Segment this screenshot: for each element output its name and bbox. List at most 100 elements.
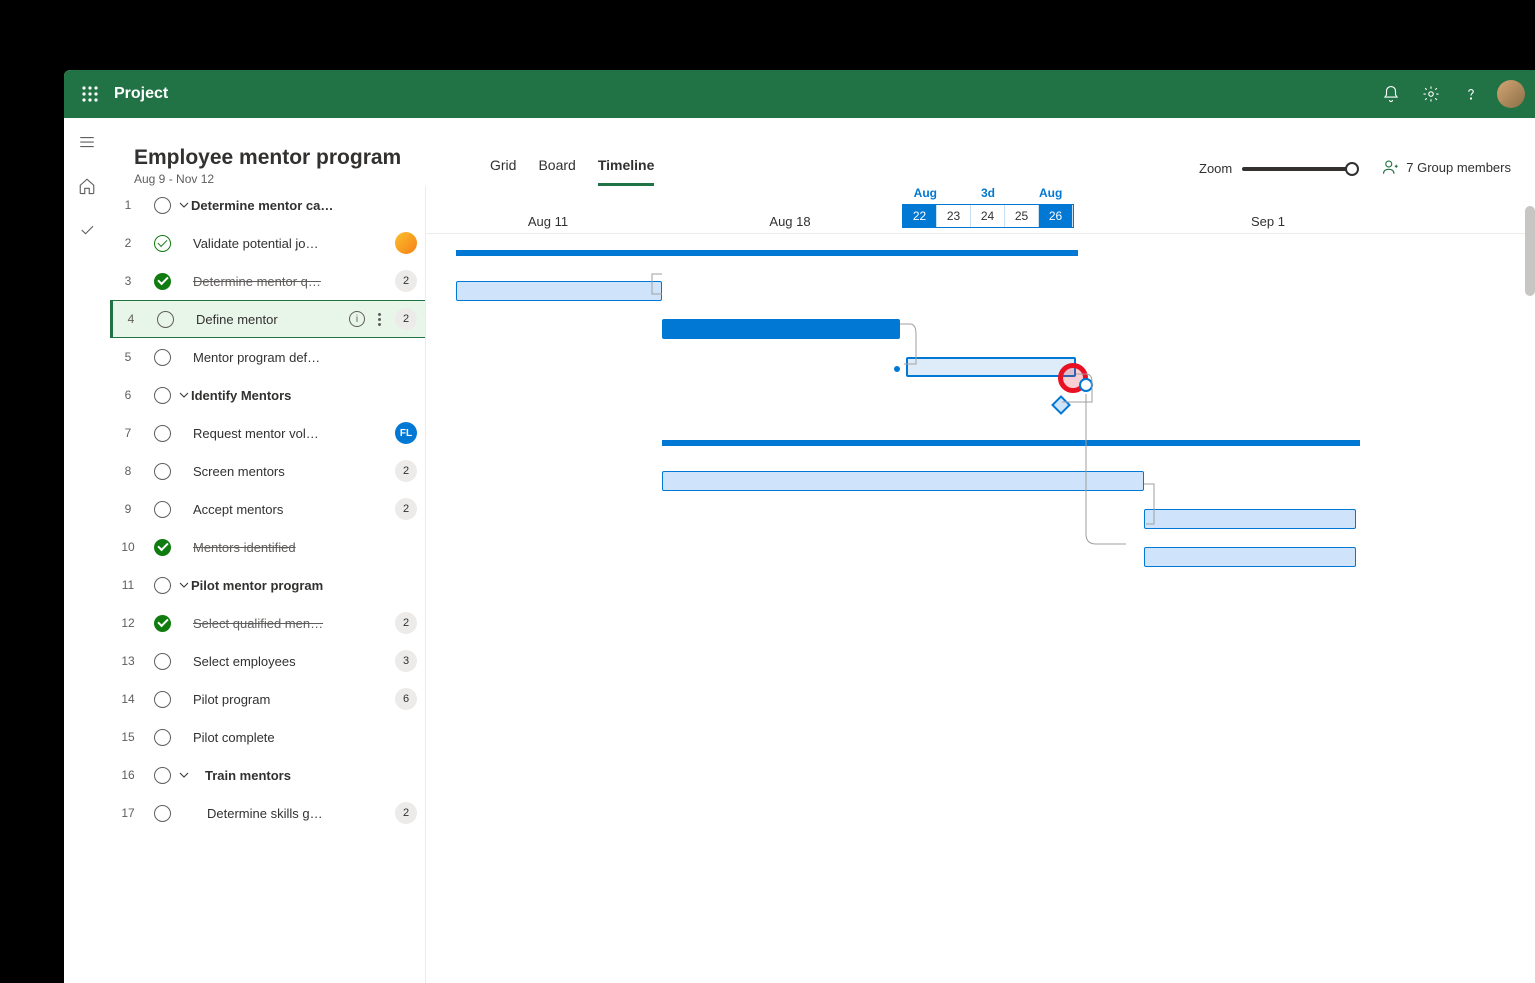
status-open-icon[interactable] bbox=[154, 197, 171, 214]
group-members-button[interactable]: 7 Group members bbox=[1382, 158, 1511, 176]
summary-bar[interactable] bbox=[456, 250, 1078, 256]
task-list: 1Determine mentor ca…2Validate potential… bbox=[110, 186, 426, 983]
row-number: 8 bbox=[110, 464, 146, 478]
gantt-chart[interactable]: Aug 11 Aug 18 Sep 1 Aug 3d Aug 222324252… bbox=[426, 186, 1535, 983]
row-number: 11 bbox=[110, 578, 146, 592]
view-tabs: Grid Board Timeline bbox=[490, 147, 654, 186]
task-bar[interactable] bbox=[1144, 509, 1356, 529]
zoom-slider[interactable] bbox=[1242, 167, 1352, 171]
home-icon[interactable] bbox=[67, 166, 107, 206]
chevron-down-icon[interactable] bbox=[179, 768, 191, 783]
task-row[interactable]: 17Determine skills g…2 bbox=[110, 794, 425, 832]
assignee-count[interactable]: 2 bbox=[395, 498, 417, 520]
avatar[interactable] bbox=[395, 232, 417, 254]
task-bar[interactable] bbox=[1144, 547, 1356, 567]
assignee-count[interactable]: 6 bbox=[395, 688, 417, 710]
task-row[interactable]: 5Mentor program def… bbox=[110, 338, 425, 376]
status-done-icon[interactable] bbox=[154, 615, 171, 632]
task-name: Screen mentors bbox=[193, 464, 395, 479]
avatar[interactable] bbox=[1497, 80, 1525, 108]
status-open-icon[interactable] bbox=[154, 501, 171, 518]
task-row[interactable]: 14Pilot program6 bbox=[110, 680, 425, 718]
row-number: 10 bbox=[110, 540, 146, 554]
task-bar[interactable] bbox=[662, 471, 1144, 491]
gear-icon[interactable] bbox=[1411, 74, 1451, 114]
status-open-icon[interactable] bbox=[154, 387, 171, 404]
task-row[interactable]: 3Determine mentor q…2 bbox=[110, 262, 425, 300]
task-bar-selected[interactable] bbox=[906, 357, 1076, 377]
row-number: 5 bbox=[110, 350, 146, 364]
gantt-row bbox=[426, 348, 1535, 386]
assignee-count[interactable]: 3 bbox=[395, 650, 417, 672]
app-launcher-icon[interactable] bbox=[74, 78, 106, 110]
status-open-icon[interactable] bbox=[154, 577, 171, 594]
status-done-icon[interactable] bbox=[154, 273, 171, 290]
assignee-count[interactable]: 2 bbox=[395, 802, 417, 824]
tab-grid[interactable]: Grid bbox=[490, 147, 516, 186]
assignee-count[interactable]: 2 bbox=[395, 308, 417, 330]
assignee-count[interactable]: 2 bbox=[395, 612, 417, 634]
task-row[interactable]: 15Pilot complete bbox=[110, 718, 425, 756]
info-icon[interactable]: i bbox=[349, 311, 365, 327]
scrollbar-vertical[interactable] bbox=[1525, 206, 1535, 296]
zoom-label: Zoom bbox=[1199, 161, 1232, 176]
more-icon[interactable] bbox=[371, 313, 387, 326]
status-open-icon[interactable] bbox=[154, 653, 171, 670]
status-open-icon[interactable] bbox=[154, 767, 171, 784]
tab-board[interactable]: Board bbox=[538, 147, 575, 186]
chevron-down-icon[interactable] bbox=[179, 578, 191, 593]
task-row[interactable]: 12Select qualified men…2 bbox=[110, 604, 425, 642]
chevron-down-icon[interactable] bbox=[179, 388, 191, 403]
task-row[interactable]: 11Pilot mentor program bbox=[110, 566, 425, 604]
gantt-row bbox=[426, 766, 1535, 804]
gantt-rows bbox=[426, 234, 1535, 880]
task-name: Mentors identified bbox=[193, 540, 417, 555]
status-open-icon[interactable] bbox=[154, 463, 171, 480]
row-number: 6 bbox=[110, 388, 146, 402]
status-open-icon[interactable] bbox=[154, 729, 171, 746]
hamburger-icon[interactable] bbox=[67, 122, 107, 162]
task-row[interactable]: 8 Screen mentors2 bbox=[110, 452, 425, 490]
bell-icon[interactable] bbox=[1371, 74, 1411, 114]
task-row[interactable]: 10 Mentors identified bbox=[110, 528, 425, 566]
task-row[interactable]: 13Select employees3 bbox=[110, 642, 425, 680]
task-row[interactable]: 1Determine mentor ca… bbox=[110, 186, 425, 224]
row-number: 13 bbox=[110, 654, 146, 668]
chevron-down-icon[interactable] bbox=[179, 198, 191, 213]
help-icon[interactable] bbox=[1451, 74, 1491, 114]
status-progress-icon[interactable] bbox=[154, 235, 171, 252]
milestone-icon[interactable] bbox=[1051, 395, 1071, 415]
task-bar[interactable] bbox=[662, 319, 900, 339]
row-number: 3 bbox=[110, 274, 146, 288]
task-row[interactable]: 16Train mentors bbox=[110, 756, 425, 794]
tab-timeline[interactable]: Timeline bbox=[598, 147, 655, 186]
status-open-icon[interactable] bbox=[154, 691, 171, 708]
status-open-icon[interactable] bbox=[154, 425, 171, 442]
zoom-control: Zoom bbox=[1199, 161, 1352, 176]
avatar[interactable]: FL bbox=[395, 422, 417, 444]
assignee-count[interactable]: 2 bbox=[395, 460, 417, 482]
check-icon[interactable] bbox=[67, 210, 107, 250]
task-row[interactable]: 7Request mentor vol…FL bbox=[110, 414, 425, 452]
status-open-icon[interactable] bbox=[157, 311, 174, 328]
task-bar[interactable] bbox=[456, 281, 662, 301]
task-row[interactable]: 2Validate potential jo… bbox=[110, 224, 425, 262]
summary-bar[interactable] bbox=[662, 440, 1360, 446]
gantt-row bbox=[426, 690, 1535, 728]
task-name: Pilot program bbox=[193, 692, 395, 707]
task-name: Accept mentors bbox=[193, 502, 395, 517]
assignee-count[interactable]: 2 bbox=[395, 270, 417, 292]
task-row[interactable]: 6Identify Mentors bbox=[110, 376, 425, 414]
gantt-row bbox=[426, 234, 1535, 272]
task-row[interactable]: 4Define mentori2 bbox=[110, 300, 425, 338]
gantt-row bbox=[426, 272, 1535, 310]
timescale-label: Aug 11 bbox=[528, 214, 568, 229]
status-open-icon[interactable] bbox=[154, 805, 171, 822]
gantt-row bbox=[426, 500, 1535, 538]
status-done-icon[interactable] bbox=[154, 539, 171, 556]
gantt-row bbox=[426, 538, 1535, 576]
status-open-icon[interactable] bbox=[154, 349, 171, 366]
task-row[interactable]: 9Accept mentors2 bbox=[110, 490, 425, 528]
task-name: Determine skills g… bbox=[207, 806, 395, 821]
timescale-label: Aug 18 bbox=[769, 214, 810, 229]
